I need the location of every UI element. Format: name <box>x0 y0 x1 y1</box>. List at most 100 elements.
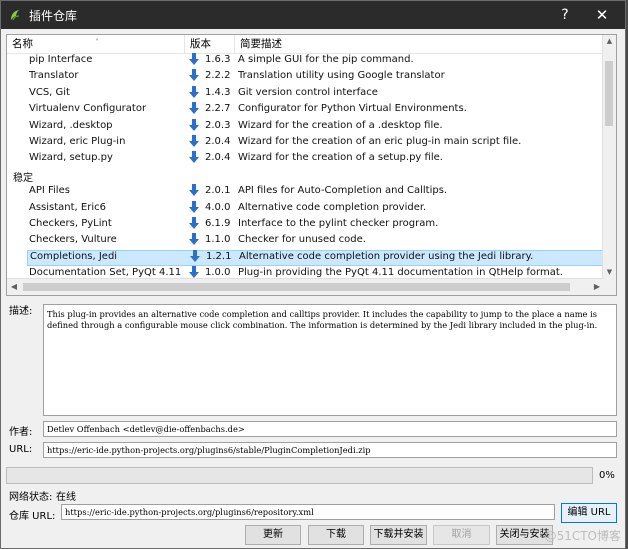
plugin-version: 1.4.3 <box>205 86 231 98</box>
network-status-label: 网络状态: <box>9 492 53 503</box>
plugin-version: 2.0.3 <box>205 119 231 131</box>
plugin-version: 6.1.9 <box>205 218 231 229</box>
sort-indicator-icon: ˄ <box>95 38 99 47</box>
plugin-version-cell: 1.4.3 <box>189 85 239 98</box>
plugin-description: A simple GUI for the pip command. <box>238 54 414 65</box>
plugin-version-cell: 2.0.1 <box>189 184 239 197</box>
download-arrow-icon <box>189 69 199 82</box>
column-header-name[interactable]: 名称 ˄ <box>7 35 185 53</box>
description-label: 描述: <box>9 306 33 317</box>
download-arrow-icon <box>189 151 199 164</box>
plugin-row[interactable]: VCS, Git 1.4.3 Git version control interfa… <box>7 85 604 102</box>
plugin-version-cell: 2.0.4 <box>189 151 239 164</box>
plugin-version: 1.1.0 <box>205 234 231 246</box>
scroll-up-icon[interactable]: ▲ <box>603 35 616 48</box>
close-window-button[interactable]: ✕ <box>587 1 617 29</box>
plugin-row[interactable]: Wizard, .desktop 2.0.3 Wizard for the crea… <box>7 118 604 135</box>
plugin-description: Interface to the pylint checker program. <box>238 218 439 229</box>
progress-percent: 0% <box>599 470 615 481</box>
plugin-name: Checkers, PyLint <box>29 218 112 229</box>
plugin-description: Alternative code completion provider usi… <box>239 250 534 262</box>
download-arrow-icon <box>189 53 199 65</box>
plugin-version-cell: 1.1.0 <box>189 233 239 246</box>
edit-url-button[interactable]: 编辑 URL <box>561 503 617 523</box>
scroll-left-icon[interactable]: ◀ <box>7 279 21 295</box>
plugin-name: Wizard, eric Plug-in <box>29 136 126 147</box>
plugin-version-cell: 2.0.3 <box>189 118 239 131</box>
plugin-version-cell: 2.2.2 <box>189 69 239 82</box>
description-text[interactable]: This plug-in provides an alternative cod… <box>43 304 617 416</box>
download-arrow-icon <box>189 135 199 147</box>
group-header-row[interactable]: 稳定 <box>7 168 604 184</box>
plugin-name: VCS, Git <box>29 86 70 98</box>
plugin-repository-dialog: 插件仓库 ? ✕ 名称 ˄ 版本 简要描述 pip Interface 1.6.3… <box>0 0 626 549</box>
plugin-row[interactable]: Assistant, Eric6 4.0.0 Alternative code co… <box>7 200 604 217</box>
plugin-description: Alternative code completion provider. <box>238 201 427 213</box>
download-progress-bar <box>6 467 593 484</box>
plugin-version-cell: 4.0.0 <box>189 200 239 213</box>
cancel-button[interactable]: 取消 <box>433 525 490 545</box>
plugin-description: Wizard for the creation of a setup.py fi… <box>238 152 443 164</box>
horizontal-scroll-thumb[interactable] <box>23 283 570 291</box>
plugin-version: 2.2.2 <box>205 70 231 82</box>
column-header-description[interactable]: 简要描述 <box>235 35 604 53</box>
window-title: 插件仓库 <box>29 8 78 23</box>
group-name: 稳定 <box>13 172 33 184</box>
plugin-version: 2.2.7 <box>205 103 231 115</box>
plugin-name: Wizard, .desktop <box>29 119 113 131</box>
repository-url-label: 仓库 URL: <box>9 511 56 522</box>
download-install-button[interactable]: 下载并安装 <box>370 525 427 545</box>
plugin-name: API Files <box>29 185 70 197</box>
author-field[interactable]: Detlev Offenbach <detlev@die-offenbachs.… <box>43 421 617 437</box>
horizontal-scrollbar[interactable]: ◀ ▶ <box>7 278 604 295</box>
download-button[interactable]: 下载 <box>308 525 364 545</box>
plugin-row[interactable]: Checkers, Vulture 1.1.0 Checker for unused… <box>7 233 604 249</box>
plugin-row[interactable]: Translator 2.2.2 Translation utility using… <box>7 69 604 85</box>
plugin-name: Wizard, setup.py <box>29 152 113 164</box>
plugin-row[interactable]: API Files 2.0.1 API files for Auto-Complet… <box>7 184 604 200</box>
plugin-list[interactable]: 名称 ˄ 版本 简要描述 pip Interface 1.6.3 A simple … <box>6 34 617 296</box>
plugin-row[interactable]: Checkers, PyLint 6.1.9 Interface to the py… <box>7 217 604 233</box>
plugin-version-cell: 1.2.1 <box>190 249 240 262</box>
plugin-name: Virtualenv Configurator <box>29 103 147 115</box>
repository-url-field[interactable]: https://eric-ide.python-projects.org/plu… <box>61 504 555 520</box>
plugin-description: Checker for unused code. <box>238 234 366 246</box>
plugin-row[interactable]: Wizard, eric Plug-in 2.0.4 Wizard for the … <box>7 135 604 151</box>
scroll-right-icon[interactable]: ▶ <box>590 279 604 295</box>
plugin-description: Translation utility using Google transla… <box>238 70 445 82</box>
plugin-description: API files for Auto-Completion and Callti… <box>238 185 448 197</box>
download-arrow-icon <box>189 184 199 197</box>
plugin-version: 4.0.0 <box>205 201 231 213</box>
plugin-name: Checkers, Vulture <box>29 234 117 246</box>
title-bar[interactable]: 插件仓库 ? ✕ <box>1 1 625 29</box>
plugin-version-cell: 2.2.7 <box>189 102 239 115</box>
plugin-name: pip Interface <box>29 54 93 65</box>
plugin-version: 1.0.0 <box>205 267 231 279</box>
column-header-description-label: 简要描述 <box>240 38 282 50</box>
refresh-button[interactable]: 更新 <box>245 525 301 545</box>
plugin-version: 1.2.1 <box>206 250 232 262</box>
plugin-description: Wizard for the creation of a .desktop fi… <box>238 119 443 131</box>
plugin-version: 2.0.1 <box>205 185 231 197</box>
plugin-name: Documentation Set, PyQt 4.11 <box>29 267 182 279</box>
plugin-description: Plug-in providing the PyQt 4.11 document… <box>238 267 563 279</box>
column-header-version[interactable]: 版本 <box>185 35 235 53</box>
plugin-row[interactable]: pip Interface 1.6.3 A simple GUI for the p… <box>7 53 604 69</box>
network-status-value: 在线 <box>56 492 76 503</box>
plugin-version: 2.0.4 <box>205 136 231 147</box>
help-button[interactable]: ? <box>550 1 580 29</box>
scroll-down-icon[interactable]: ▼ <box>603 266 616 279</box>
plugin-version: 1.6.3 <box>205 54 231 65</box>
plugin-row[interactable]: Completions, Jedi 1.2.1 Alternative code c… <box>27 249 604 267</box>
plugin-version-cell: 1.6.3 <box>189 53 239 65</box>
download-arrow-icon <box>190 249 200 262</box>
vertical-scroll-thumb[interactable] <box>605 61 613 126</box>
plugin-description: Configurator for Python Virtual Environm… <box>238 103 467 115</box>
column-header-name-label: 名称 <box>12 38 33 50</box>
download-arrow-icon <box>189 266 199 279</box>
plugin-row[interactable]: Wizard, setup.py 2.0.4 Wizard for the crea… <box>7 151 604 167</box>
vertical-scrollbar[interactable]: ▲ ▼ <box>602 35 616 279</box>
plugin-url-field[interactable]: https://eric-ide.python-projects.org/plu… <box>43 442 617 458</box>
plugin-row[interactable]: Virtualenv Configurator 2.2.7 Configurator… <box>7 102 604 118</box>
plugin-rows: pip Interface 1.6.3 A simple GUI for the p… <box>7 53 604 279</box>
